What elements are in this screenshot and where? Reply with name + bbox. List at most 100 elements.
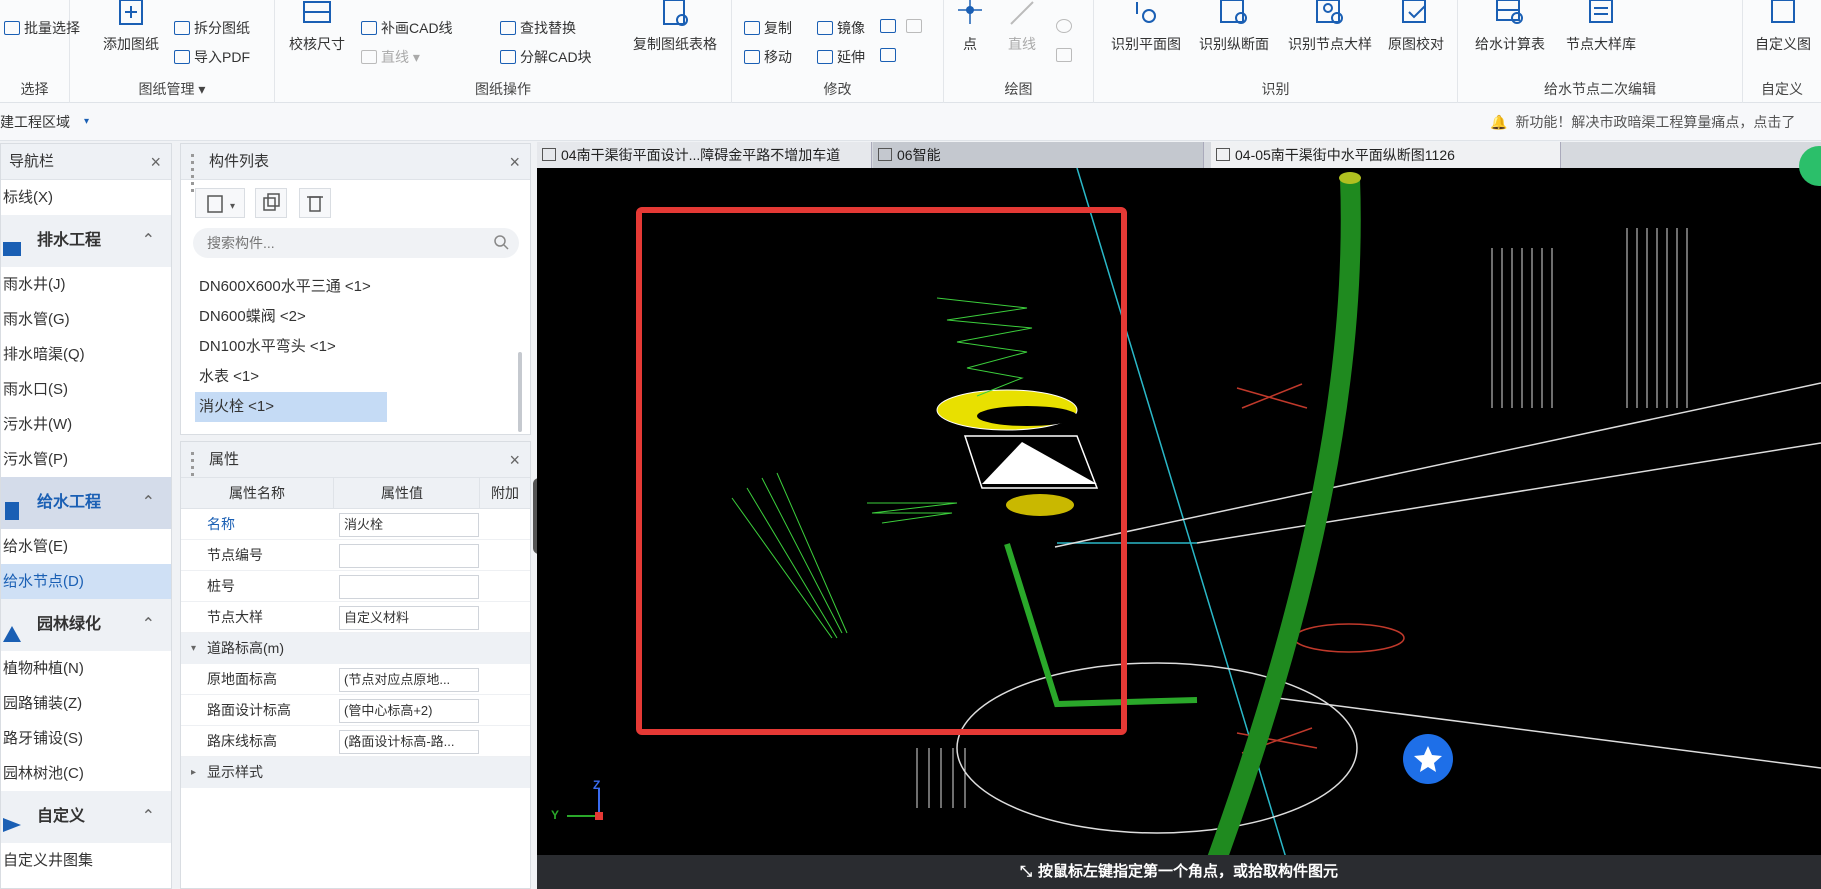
drawing-icon — [542, 148, 556, 161]
nav-item[interactable]: 路牙铺设(S) — [1, 721, 171, 756]
property-value-field[interactable]: 消火栓 — [339, 513, 479, 537]
copy-button[interactable]: 复制 — [744, 18, 792, 38]
list-item[interactable]: DN600X600水平三通 <1> — [181, 272, 521, 302]
copy-table-button[interactable]: 复制图纸表格 — [627, 0, 723, 54]
table-search-icon — [658, 0, 692, 30]
property-row: 节点编号 — [181, 540, 530, 571]
property-row: 路床线标高 (路面设计标高-路... — [181, 726, 530, 757]
area-select[interactable]: 建工程区域 ▾ — [0, 110, 96, 134]
property-value-field[interactable]: (管中心标高+2) — [339, 699, 479, 723]
section-road-elevation[interactable]: ▾ 道路标高(m) — [181, 633, 530, 664]
drawing-icon — [1216, 148, 1230, 161]
identify-node-detail-button[interactable]: 识别节点大样 — [1280, 0, 1380, 54]
axis-indicator — [567, 788, 603, 820]
find-replace-icon — [500, 21, 516, 35]
original-check-button[interactable]: 原图校对 — [1380, 0, 1452, 54]
close-icon[interactable]: × — [150, 144, 161, 180]
copy-component-button[interactable] — [255, 188, 287, 218]
circle-button[interactable] — [1056, 18, 1076, 34]
batch-select-button[interactable]: 批量选择 — [4, 18, 80, 38]
edit-icon — [906, 19, 922, 33]
favorite-button[interactable] — [1403, 734, 1453, 784]
supply-calc-button[interactable]: 给水计算表 — [1468, 0, 1552, 54]
nav-item[interactable]: 雨水管(G) — [1, 302, 171, 337]
nav-group-landscape[interactable]: 园林绿化 ⌃ — [1, 599, 171, 651]
cad-line-icon — [361, 21, 377, 35]
tab-drawing-1[interactable]: 04南干渠街平面设计...障碍金平路不增加车道 — [537, 142, 872, 168]
tab-drawing-2[interactable]: 06智能 — [873, 142, 1204, 168]
offset-button[interactable] — [880, 18, 900, 34]
search-input[interactable] — [207, 233, 477, 253]
status-bar: ⤡ 按鼠标左键指定第一个角点，或拾取构件图元 — [537, 855, 1821, 889]
nav-item[interactable]: 雨水井(J) — [1, 267, 171, 302]
custom-button[interactable]: 自定义图 — [1745, 0, 1821, 54]
nav-group-custom[interactable]: 自定义 ⌃ — [1, 791, 171, 843]
fill-cad-line-button[interactable]: 补画CAD线 — [361, 18, 453, 38]
find-replace-button[interactable]: 查找替换 — [500, 18, 576, 38]
sub-toolbar: 建工程区域 ▾ 🔔 新功能！解决市政暗渠工程算量痛点，点击了 — [0, 103, 1821, 141]
property-value-field[interactable] — [339, 544, 479, 568]
move-button[interactable]: 移动 — [744, 47, 792, 67]
property-value-field[interactable]: (节点对应点原地... — [339, 668, 479, 692]
section-display-style[interactable]: ▸ 显示样式 — [181, 757, 530, 788]
nav-group-drainage[interactable]: 排水工程 ⌃ — [1, 215, 171, 267]
arc-button[interactable] — [880, 47, 900, 63]
mirror-button[interactable]: 镜像 — [817, 18, 865, 38]
list-item[interactable]: 水表 <1> — [181, 362, 521, 392]
landscape-icon — [1, 614, 23, 642]
check-size-button[interactable]: 校核尺寸 — [285, 0, 349, 54]
group-custom: 自定义图 自定义 — [1743, 0, 1821, 103]
split-drawing-button[interactable]: 拆分图纸 — [174, 18, 250, 38]
identify-plan-button[interactable]: 识别平面图 — [1104, 0, 1188, 54]
property-value-field[interactable] — [339, 575, 479, 599]
nav-item-selected[interactable]: 给水节点(D) — [1, 564, 171, 599]
nav-item[interactable]: 植物种植(N) — [1, 651, 171, 686]
property-value-field[interactable]: (路面设计标高-路... — [339, 730, 479, 754]
list-item[interactable]: DN100水平弯头 <1> — [181, 332, 521, 362]
node-library-button[interactable]: 节点大样库 — [1556, 0, 1646, 54]
mirror-icon — [817, 21, 833, 35]
new-component-button[interactable]: ▾ — [195, 188, 245, 218]
import-pdf-button[interactable]: 导入PDF — [174, 47, 250, 67]
nav-item[interactable]: 园路铺装(Z) — [1, 686, 171, 721]
nav-group-water-supply[interactable]: 给水工程 ⌃ — [1, 477, 171, 529]
point-button[interactable]: 点 — [948, 0, 992, 54]
close-icon[interactable]: × — [509, 144, 520, 180]
edit-button[interactable] — [906, 18, 926, 34]
property-value-field[interactable]: 自定义材料 — [339, 606, 479, 630]
component-search[interactable] — [193, 228, 519, 258]
list-item[interactable]: DN600蝶阀 <2> — [181, 302, 521, 332]
tab-drawing-3[interactable]: 04-05南干渠街中水平面纵断图1126 — [1211, 142, 1561, 168]
nav-item[interactable]: 自定义井图集 — [1, 843, 171, 878]
col-extra-header: 附加 — [491, 485, 519, 501]
cad-drawing[interactable] — [537, 168, 1821, 881]
group-drawing-mgmt: 添加图纸 拆分图纸 导入PDF 图纸管理 ▾ — [70, 0, 275, 103]
search-icon[interactable] — [493, 234, 509, 253]
nav-item[interactable]: 给水管(E) — [1, 529, 171, 564]
group-title-draw: 绘图 — [1004, 81, 1033, 97]
group-drawing-ops: 校核尺寸 补画CAD线 直线 ▾ 查找替换 分解CAD块 复制图纸表格 图纸操作 — [275, 0, 732, 103]
line-button[interactable]: 直线 ▾ — [361, 47, 420, 67]
nav-item[interactable]: 污水井(W) — [1, 407, 171, 442]
rect-button[interactable] — [1056, 47, 1076, 63]
grip-icon[interactable] — [189, 152, 199, 192]
close-icon[interactable]: × — [509, 442, 520, 478]
notice-banner[interactable]: 🔔 新功能！解决市政暗渠工程算量痛点，点击了 — [1490, 103, 1795, 141]
add-drawing-button[interactable]: 添加图纸 — [100, 0, 162, 54]
line2-button[interactable]: 直线 — [1000, 0, 1044, 54]
scrollbar[interactable] — [518, 352, 522, 432]
list-item-selected[interactable]: 消火栓 <1> — [195, 392, 387, 422]
group-title-drawing-mgmt[interactable]: 图纸管理 ▾ — [70, 79, 274, 99]
nav-item[interactable]: 排水暗渠(Q) — [1, 337, 171, 372]
nav-item[interactable]: 园林树池(C) — [1, 756, 171, 791]
extend-icon — [817, 50, 833, 64]
extend-button[interactable]: 延伸 — [817, 47, 865, 67]
delete-component-button[interactable] — [299, 188, 331, 218]
identify-profile-button[interactable]: 识别纵断面 — [1192, 0, 1276, 54]
nav-item[interactable]: 雨水口(S) — [1, 372, 171, 407]
explode-cad-button[interactable]: 分解CAD块 — [500, 47, 592, 67]
nav-item[interactable]: 污水管(P) — [1, 442, 171, 477]
grip-icon[interactable] — [189, 450, 199, 490]
cad-canvas[interactable]: 04南干渠街平面设计...障碍金平路不增加车道 06智能 04-05南干渠街中水… — [537, 142, 1821, 889]
nav-item-marking[interactable]: 标线(X) — [1, 180, 171, 215]
